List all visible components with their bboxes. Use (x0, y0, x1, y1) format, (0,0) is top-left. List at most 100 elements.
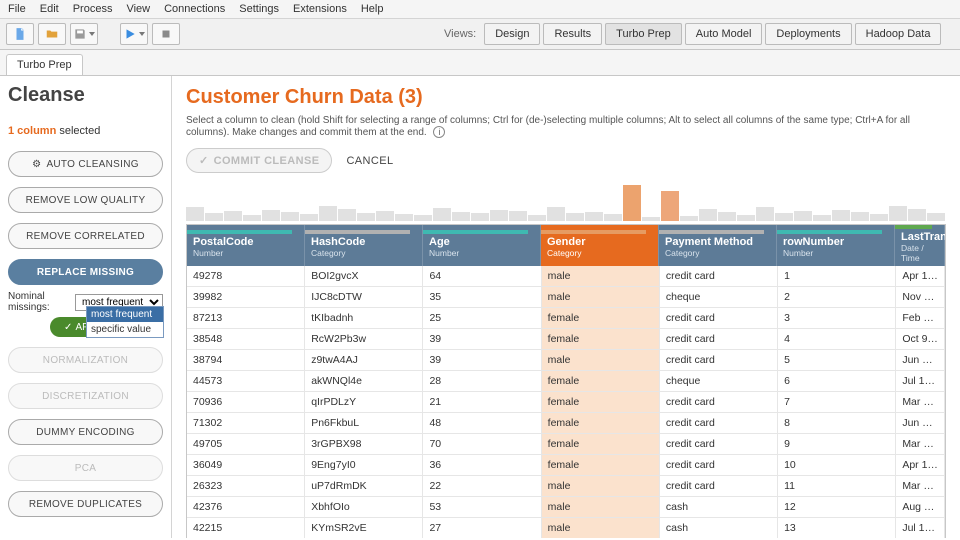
histogram-bar (528, 215, 546, 221)
cell: 38548 (187, 329, 305, 349)
cell: 42376 (187, 497, 305, 517)
save-button[interactable] (70, 23, 98, 45)
histogram-bar (471, 213, 489, 221)
view-deployments[interactable]: Deployments (765, 23, 851, 45)
table-row[interactable]: 38794z9twA4AJ39malecredit card5Jun 13, 2… (187, 350, 945, 371)
new-file-button[interactable] (6, 23, 34, 45)
cell: 28 (423, 371, 541, 391)
remove-low-quality-button[interactable]: REMOVE LOW QUALITY (8, 187, 163, 213)
table-row[interactable]: 38548RcW2Pb3w39femalecredit card4Oct 9, … (187, 329, 945, 350)
table-row[interactable]: 71302Pn6FkbuL48femalecredit card8Jun 16,… (187, 413, 945, 434)
cell: 11 (778, 476, 896, 496)
table-row[interactable]: 87213tKIbadnh25femalecredit card3Feb 15,… (187, 308, 945, 329)
histogram-bar (870, 214, 888, 221)
histogram-bar (300, 214, 318, 221)
column-header-hashcode[interactable]: HashCodeCategory (305, 225, 423, 266)
tab-turbo-prep[interactable]: Turbo Prep (6, 54, 83, 75)
auto-cleansing-button[interactable]: ⚙ AUTO CLEANSING (8, 151, 163, 177)
cell: qIrPDLzY (305, 392, 423, 412)
histogram-bar (908, 209, 926, 221)
view-turbo-prep[interactable]: Turbo Prep (605, 23, 682, 45)
run-button[interactable] (120, 23, 148, 45)
histogram-bar (433, 208, 451, 221)
histogram-bar (319, 206, 337, 221)
dropdown-option[interactable]: most frequent (87, 307, 163, 322)
table-row[interactable]: 42376XbhfOIo53malecash12Aug 31, 20 (187, 497, 945, 518)
remove-duplicates-button[interactable]: REMOVE DUPLICATES (8, 491, 163, 517)
cell: 38794 (187, 350, 305, 370)
menu-process[interactable]: Process (73, 3, 113, 15)
open-folder-button[interactable] (38, 23, 66, 45)
cell: Jul 16, 201 (896, 371, 945, 391)
replace-missing-config: Nominal missings: most frequent most fre… (8, 291, 163, 337)
cell: 2 (778, 287, 896, 307)
remove-correlated-button[interactable]: REMOVE CORRELATED (8, 223, 163, 249)
dropdown-option[interactable]: specific value (87, 322, 163, 337)
cell: Mar 11, 20 (896, 476, 945, 496)
histogram-bar (205, 213, 223, 221)
table-row[interactable]: 360499Eng7yI036femalecredit card10Apr 17… (187, 455, 945, 476)
cancel-button[interactable]: CANCEL (346, 155, 393, 167)
info-icon[interactable]: i (433, 126, 445, 138)
menu-file[interactable]: File (8, 3, 26, 15)
column-header-payment-method[interactable]: Payment MethodCategory (659, 225, 777, 266)
dummy-encoding-button[interactable]: DUMMY ENCODING (8, 419, 163, 445)
column-header-lasttransaction[interactable]: LastTransactionDate / Time (895, 225, 945, 266)
histogram-bar (547, 207, 565, 221)
cell: Jun 16, 20 (896, 413, 945, 433)
histogram-bar (889, 206, 907, 221)
histogram-bar (851, 212, 869, 221)
cell: Mar 30, 20 (896, 434, 945, 454)
view-hadoop-data[interactable]: Hadoop Data (855, 23, 942, 45)
nominal-missings-label: Nominal missings: (8, 291, 71, 313)
view-results[interactable]: Results (543, 23, 602, 45)
nominal-missings-dropdown[interactable]: most frequent specific value (86, 306, 164, 338)
cell: Pn6FkbuL (305, 413, 423, 433)
table-row[interactable]: 49278BOI2gvcX64malecredit card1Apr 17, 2… (187, 266, 945, 287)
selection-count: 1 column selected (8, 125, 163, 137)
histogram-bar (376, 211, 394, 221)
page-title: Customer Churn Data (3) (186, 86, 946, 109)
table-row[interactable]: 497053rGPBX9870femalecredit card9Mar 30,… (187, 434, 945, 455)
table-row[interactable]: 42215KYmSR2vE27malecash13Jul 15, 201 (187, 518, 945, 538)
cell: 39982 (187, 287, 305, 307)
column-header-age[interactable]: AgeNumber (423, 225, 541, 266)
replace-missing-button[interactable]: REPLACE MISSING (8, 259, 163, 285)
menu-connections[interactable]: Connections (164, 3, 225, 15)
histogram-bar (756, 207, 774, 221)
table-row[interactable]: 26323uP7dRmDK22malecredit card11Mar 11, … (187, 476, 945, 497)
cell: 70 (423, 434, 541, 454)
cell: 26323 (187, 476, 305, 496)
view-design[interactable]: Design (484, 23, 540, 45)
cell: 64 (423, 266, 541, 286)
cell: IJC8cDTW (305, 287, 423, 307)
column-header-postalcode[interactable]: PostalCodeNumber (187, 225, 305, 266)
menu-settings[interactable]: Settings (239, 3, 279, 15)
cell: Apr 17, 201 (896, 266, 945, 286)
view-auto-model[interactable]: Auto Model (685, 23, 763, 45)
table-row[interactable]: 44573akWNQl4e28femalecheque6Jul 16, 201 (187, 371, 945, 392)
panel-title: Cleanse (8, 84, 163, 107)
histogram-bar (262, 210, 280, 221)
cell: 9 (778, 434, 896, 454)
menu-edit[interactable]: Edit (40, 3, 59, 15)
histogram-bar (680, 216, 698, 221)
discretization-button: DISCRETIZATION (8, 383, 163, 409)
menu-help[interactable]: Help (361, 3, 384, 15)
stop-button[interactable] (152, 23, 180, 45)
menu-extensions[interactable]: Extensions (293, 3, 347, 15)
column-header-rownumber[interactable]: rowNumberNumber (777, 225, 895, 266)
cell: Nov 25, 20 (896, 287, 945, 307)
menu-view[interactable]: View (126, 3, 150, 15)
column-header-gender[interactable]: GenderCategory (541, 225, 659, 266)
commit-cleanse-button: ✓ COMMIT CLEANSE (186, 148, 332, 173)
cell: z9twA4AJ (305, 350, 423, 370)
histogram-bar (699, 209, 717, 221)
table-row[interactable]: 70936qIrPDLzY21femalecredit card7Mar 15,… (187, 392, 945, 413)
check-icon: ✓ (199, 154, 209, 167)
table-row[interactable]: 39982IJC8cDTW35malecheque2Nov 25, 20 (187, 287, 945, 308)
histogram-bar (224, 211, 242, 221)
table-body: 49278BOI2gvcX64malecredit card1Apr 17, 2… (187, 266, 945, 538)
tabbar: Turbo Prep (0, 50, 960, 76)
column-histograms (186, 185, 946, 221)
